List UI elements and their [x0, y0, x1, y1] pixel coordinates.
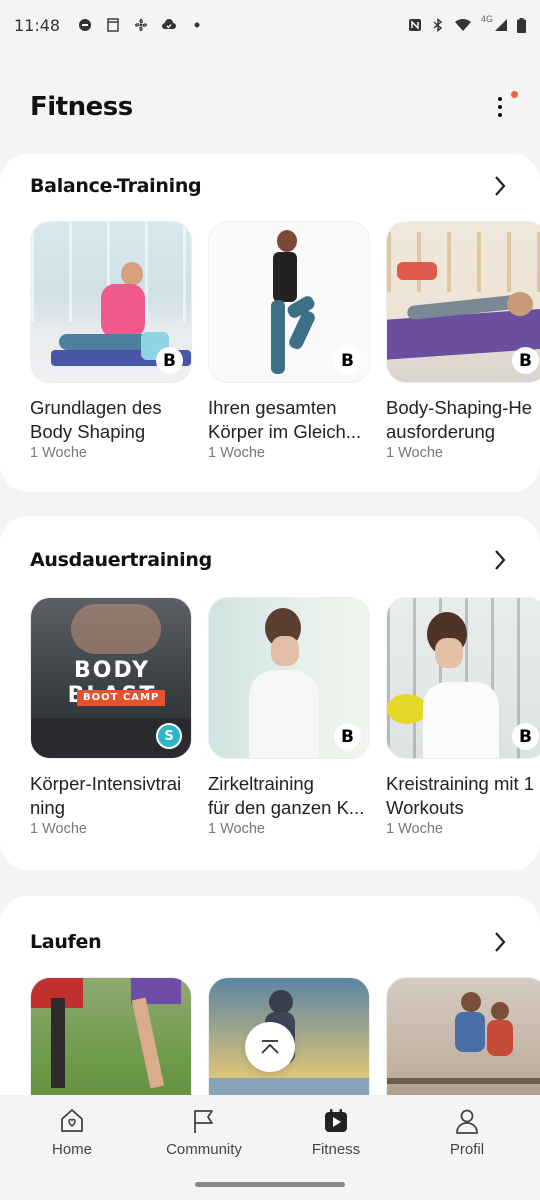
section-title: Ausdauertraining — [30, 549, 212, 571]
program-title-line2: Körper im Gleich... — [208, 421, 362, 442]
program-title: Body-Shaping-He — [386, 397, 533, 418]
cloud-check-icon — [162, 19, 177, 29]
program-title-line2: für den ganzen K... — [208, 797, 365, 818]
scroll-to-top-button[interactable] — [245, 1022, 295, 1072]
program-title: Ihren gesamten — [208, 397, 337, 418]
section-header[interactable]: Balance-Training — [30, 166, 510, 206]
nav-label: Home — [51, 1141, 92, 1158]
scroll-up-icon — [261, 1040, 279, 1054]
program-thumbnail — [30, 977, 192, 1095]
program-title: Grundlagen des — [30, 397, 162, 418]
wifi-icon — [454, 18, 471, 31]
more-options-button[interactable] — [488, 90, 518, 124]
section-header[interactable]: Laufen — [30, 922, 510, 962]
status-system-icons: 4G — [408, 14, 526, 33]
status-time: 11:48 — [14, 15, 61, 35]
content-scroll-area[interactable]: Balance-Training B Grundlagen des Body S… — [0, 150, 540, 1095]
program-thumbnail: BODY BLAST BOOT CAMP S — [30, 597, 192, 759]
program-thumbnail: B — [208, 597, 370, 759]
network-type-label: 4G — [480, 14, 493, 24]
section-title: Laufen — [30, 931, 102, 953]
nav-label: Profil — [449, 1141, 485, 1158]
program-title-line2: ausforderung — [386, 421, 496, 442]
program-thumbnail: B — [386, 221, 540, 383]
nav-label: Community — [166, 1141, 242, 1158]
nav-label: Fitness — [311, 1141, 361, 1158]
provider-badge: S — [156, 723, 182, 749]
section-ausdauertraining: Ausdauertraining BODY BLAST BOOT CAMP S … — [0, 516, 540, 870]
program-card[interactable]: B Zirkeltraining für den ganzen K... 1 W… — [208, 597, 370, 837]
nav-item-profile[interactable]: Profil — [417, 1107, 517, 1158]
provider-badge: B — [512, 347, 539, 374]
program-title: Körper-Intensivtrai — [30, 773, 182, 794]
section-title: Balance-Training — [30, 175, 202, 197]
program-card[interactable]: B Grundlagen des Body Shaping 1 Woche — [30, 221, 192, 461]
program-card[interactable]: BODY BLAST BOOT CAMP S Körper-Intensivtr… — [30, 597, 192, 837]
program-list[interactable]: B Grundlagen des Body Shaping 1 Woche B … — [30, 221, 540, 461]
app-notification-icon — [79, 19, 92, 31]
program-duration: 1 Woche — [30, 445, 87, 461]
more-notifications-dot-icon — [194, 22, 200, 28]
program-title-line2: Workouts — [386, 797, 464, 818]
cell-signal-icon — [495, 19, 507, 31]
thumbnail-subheadline: BOOT CAMP — [77, 690, 166, 706]
program-title: Kreistraining mit 1 — [386, 773, 535, 794]
fitness-play-icon — [325, 1109, 347, 1132]
program-title-line2: Body Shaping — [30, 421, 146, 442]
program-thumbnail: B — [386, 597, 540, 759]
provider-badge: B — [334, 723, 361, 750]
more-dot-icon — [498, 105, 502, 109]
program-thumbnail: B — [208, 221, 370, 383]
more-dot-icon — [498, 113, 502, 117]
fan-icon — [135, 18, 148, 32]
program-duration: 1 Woche — [208, 821, 265, 837]
page-title: Fitness — [30, 92, 133, 122]
bluetooth-icon — [433, 18, 443, 32]
nav-item-community[interactable]: Community — [154, 1107, 254, 1158]
section-header[interactable]: Ausdauertraining — [30, 540, 510, 580]
program-thumbnail — [386, 977, 540, 1095]
flag-icon — [194, 1110, 213, 1133]
chevron-right-icon[interactable] — [490, 174, 510, 198]
battery-icon — [517, 17, 526, 33]
program-duration: 1 Woche — [30, 821, 87, 837]
program-duration: 1 Woche — [386, 445, 443, 461]
program-duration: 1 Woche — [208, 445, 265, 461]
chevron-right-icon[interactable] — [490, 930, 510, 954]
provider-badge: B — [512, 723, 539, 750]
provider-badge: B — [156, 347, 183, 374]
app-header: Fitness — [0, 72, 540, 142]
program-title-line2: ning — [30, 797, 65, 818]
program-title: Zirkeltraining — [208, 773, 314, 794]
nav-item-home[interactable]: Home — [22, 1107, 122, 1158]
section-balance-training: Balance-Training B Grundlagen des Body S… — [0, 154, 540, 492]
provider-badge: B — [334, 347, 361, 374]
chevron-right-icon[interactable] — [490, 548, 510, 572]
person-icon — [456, 1109, 478, 1134]
status-bar: 11:48 4G — [0, 0, 540, 50]
more-dot-icon — [498, 97, 502, 101]
program-card[interactable]: B Kreistraining mit 1 Workouts 1 Woche — [386, 597, 540, 837]
program-thumbnail: B — [30, 221, 192, 383]
nfc-icon — [408, 19, 421, 31]
program-card[interactable] — [386, 977, 540, 1095]
program-card[interactable] — [30, 977, 192, 1095]
document-icon — [107, 18, 119, 32]
program-card[interactable]: B Body-Shaping-He ausforderung 1 Woche — [386, 221, 540, 461]
program-card[interactable]: B Ihren gesamten Körper im Gleich... 1 W… — [208, 221, 370, 461]
notification-dot — [511, 91, 518, 98]
home-heart-icon — [61, 1109, 83, 1132]
program-duration: 1 Woche — [386, 821, 443, 837]
program-list[interactable]: BODY BLAST BOOT CAMP S Körper-Intensivtr… — [30, 597, 540, 837]
status-notification-icons — [78, 18, 204, 32]
gesture-home-bar[interactable] — [195, 1182, 345, 1187]
nav-item-fitness[interactable]: Fitness — [286, 1107, 386, 1158]
